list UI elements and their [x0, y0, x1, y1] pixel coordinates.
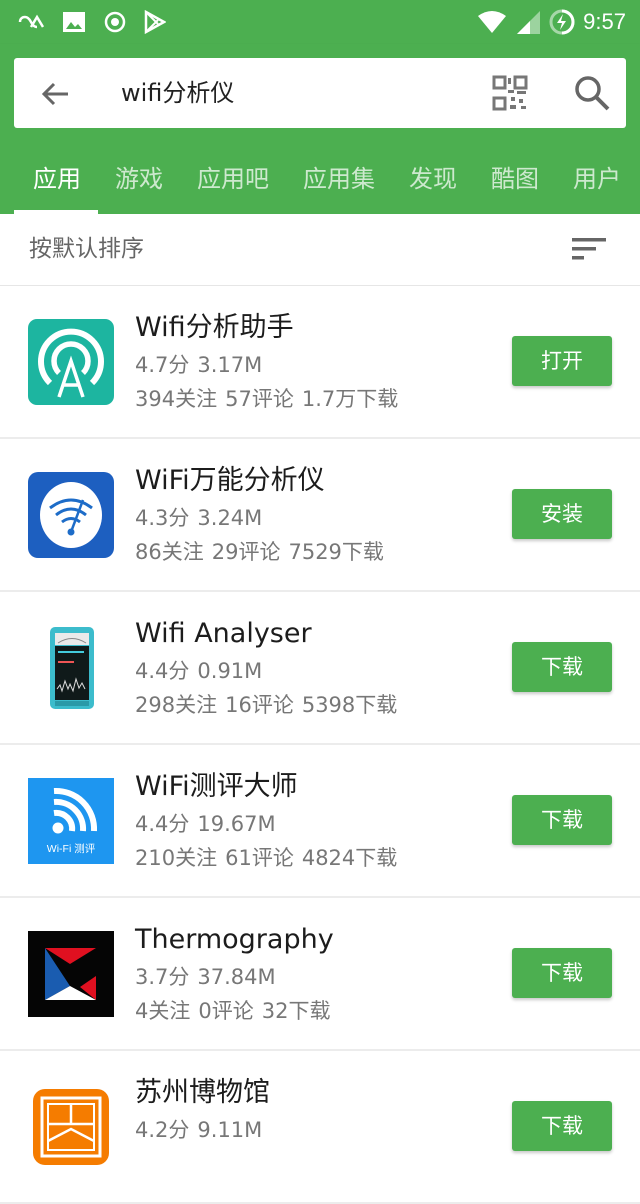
app-rating: 4.2分: [135, 1118, 190, 1142]
infinity-icon: [18, 14, 44, 29]
app-comments: 0评论: [198, 999, 254, 1023]
wifi-icon: [478, 11, 507, 33]
wifi-analyzer-icon: [28, 472, 114, 558]
play-store-icon: [144, 10, 166, 34]
app-rating: 4.4分: [135, 659, 190, 683]
app-bar: wifi分析仪 应用 游戏 应用吧 应用集 发现 酷图 用户: [0, 44, 640, 214]
app-name[interactable]: WiFi万能分析仪: [135, 461, 384, 501]
app-list-item[interactable]: 苏州博物馆 4.2分 9.11M 下载: [0, 1051, 640, 1204]
app-comments: 61评论: [225, 846, 294, 870]
app-list-item[interactable]: Wi-Fi 测评 WiFi测评大师 4.4分 19.67M 210关注 61评论 48…: [0, 745, 640, 898]
app-comments: 29评论: [211, 540, 281, 564]
category-tabs: 应用 游戏 应用吧 应用集 发现 酷图 用户: [0, 144, 640, 214]
status-bar: 9:57: [0, 0, 640, 44]
museum-icon: [33, 1089, 109, 1165]
app-downloads: 7529下载: [288, 540, 384, 564]
tab-users[interactable]: 用户: [556, 144, 638, 214]
thermography-icon: [28, 931, 114, 1017]
app-list-item[interactable]: Thermography 3.7分 37.84M 4关注 0评论 32下载 下载: [0, 898, 640, 1051]
tab-apps[interactable]: 应用: [0, 144, 98, 214]
download-button[interactable]: 下载: [512, 795, 612, 845]
clock: 9:57: [583, 9, 626, 34]
app-size: 3.17M: [197, 353, 263, 377]
download-button[interactable]: 下载: [512, 948, 612, 998]
battery-charging-icon: [549, 9, 575, 35]
sort-icon[interactable]: [572, 236, 608, 262]
app-size: 9.11M: [197, 1118, 263, 1142]
wifi-test-caption: Wi-Fi 测评: [47, 842, 96, 855]
app-rating: 4.7分: [135, 353, 190, 377]
app-downloads: 32下载: [261, 999, 331, 1023]
app-follows: 4关注: [135, 999, 191, 1023]
tab-app-collections[interactable]: 应用集: [286, 144, 392, 214]
app-name[interactable]: 苏州博物馆: [135, 1073, 270, 1113]
app-list-item[interactable]: WiFi万能分析仪 4.3分 3.24M 86关注 29评论 7529下载 安装: [0, 439, 640, 592]
tab-app-forum[interactable]: 应用吧: [180, 144, 286, 214]
wifi-test-icon: Wi-Fi 测评: [28, 778, 114, 864]
sort-label[interactable]: 按默认排序: [29, 214, 144, 284]
app-downloads: 1.7万下载: [301, 387, 399, 411]
arrow-back-icon[interactable]: [38, 76, 74, 112]
download-button[interactable]: 下载: [512, 1101, 612, 1151]
open-button[interactable]: 打开: [512, 336, 612, 386]
app-name[interactable]: Wifi Analyser: [135, 614, 397, 654]
app-downloads: 5398下载: [301, 693, 398, 717]
app-name[interactable]: WiFi测评大师: [135, 767, 397, 807]
tab-games[interactable]: 游戏: [98, 144, 180, 214]
search-box[interactable]: wifi分析仪: [14, 58, 626, 128]
meter-device-icon: [50, 627, 94, 709]
install-button[interactable]: 安装: [512, 489, 612, 539]
app-list-item[interactable]: Wifi Analyser 4.4分 0.91M 298关注 16评论 5398下载 …: [0, 592, 640, 745]
app-rating: 4.3分: [135, 506, 190, 530]
app-follows: 210关注: [135, 846, 218, 870]
download-button[interactable]: 下载: [512, 642, 612, 692]
app-follows: 394关注: [135, 387, 218, 411]
app-size: 3.24M: [197, 506, 263, 530]
app-comments: 16评论: [225, 693, 294, 717]
signal-icon: [517, 11, 541, 34]
app-follows: 298关注: [135, 693, 218, 717]
wifi-assistant-icon: [28, 319, 114, 405]
search-input[interactable]: wifi分析仪: [121, 58, 234, 128]
app-size: 37.84M: [197, 965, 276, 989]
app-name[interactable]: Wifi分析助手: [135, 308, 398, 348]
app-size: 19.67M: [197, 812, 276, 836]
tab-cool-images[interactable]: 酷图: [474, 144, 556, 214]
app-list-item[interactable]: Wifi分析助手 4.7分 3.17M 394关注 57评论 1.7万下载 打开: [0, 286, 640, 439]
app-downloads: 4824下载: [301, 846, 398, 870]
app-name[interactable]: Thermography: [135, 920, 334, 960]
app-rating: 4.4分: [135, 812, 190, 836]
app-list: Wifi分析助手 4.7分 3.17M 394关注 57评论 1.7万下载 打开 Wi…: [0, 286, 640, 1204]
search-icon[interactable]: [572, 73, 612, 113]
record-icon: [104, 11, 126, 33]
app-follows: 86关注: [135, 540, 204, 564]
tab-discover[interactable]: 发现: [392, 144, 474, 214]
qr-code-icon[interactable]: [492, 75, 528, 111]
image-icon: [63, 12, 85, 32]
app-rating: 3.7分: [135, 965, 190, 989]
app-size: 0.91M: [197, 659, 263, 683]
sort-bar: 按默认排序: [0, 214, 640, 286]
app-comments: 57评论: [225, 387, 294, 411]
